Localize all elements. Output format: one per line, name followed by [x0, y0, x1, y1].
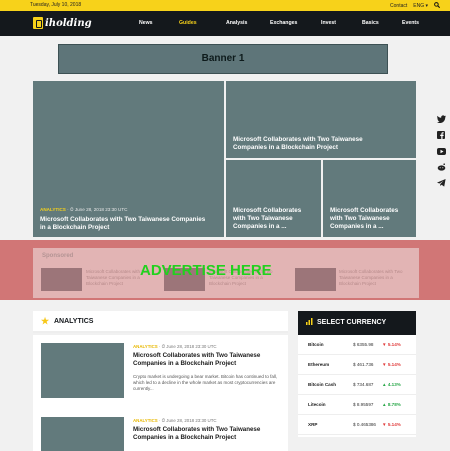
article-title[interactable]: Microsoft Collaborates with Two Taiwanes… — [133, 352, 283, 367]
article-title[interactable]: Microsoft Collaborates with Two Taiwanes… — [40, 216, 210, 232]
currency-change: ▼ 5.14% — [382, 362, 401, 367]
currency-change: ▲ 8.78% — [382, 402, 401, 407]
search-icon[interactable] — [434, 2, 441, 10]
article-thumbnail[interactable] — [41, 343, 124, 398]
article-title[interactable]: Microsoft Collaborates with Two Taiwanes… — [133, 426, 283, 441]
featured-bottom-right-article[interactable]: Microsoft Collaborates with Two Taiwanes… — [323, 160, 416, 237]
sponsored-thumbnail[interactable] — [41, 268, 82, 291]
chart-icon — [306, 318, 313, 327]
arrow-up-icon: ▲ — [382, 382, 387, 387]
currency-row[interactable]: Ethereum $ 461.736 ▼ 5.14% — [298, 355, 416, 375]
currency-row[interactable]: XRP $ 0.465386 ▼ 5.14% — [298, 415, 416, 435]
main-navbar: iholding News Guides Analysis Exchanges Inve… — [0, 11, 450, 36]
clock-icon: · ⏱ — [67, 207, 75, 212]
currency-price: $ 734.687 — [353, 382, 374, 387]
currency-change-value: 5.14% — [387, 362, 401, 367]
logo-text: iholding — [45, 17, 92, 29]
currency-change: ▲ 4.13% — [382, 382, 401, 387]
nav-item-news[interactable]: News — [139, 20, 153, 26]
facebook-icon[interactable] — [434, 128, 448, 142]
sponsored-label: Sponsored — [42, 253, 74, 259]
analytics-header: ★ ANALYTICS — [33, 311, 288, 333]
article-date: June 28, 2018 23:30 UTC — [166, 344, 217, 349]
currency-change-value: 8.78% — [387, 402, 401, 407]
currency-name: Litecoin — [308, 402, 326, 407]
currency-change: ▼ 5.14% — [382, 422, 401, 427]
reddit-icon[interactable] — [434, 160, 448, 174]
arrow-down-icon: ▼ — [382, 362, 387, 367]
site-logo[interactable]: iholding — [33, 17, 92, 29]
currency-name: XRP — [308, 422, 318, 427]
telegram-icon[interactable] — [434, 176, 448, 190]
article-date: June 28, 2018 23:30 UTC — [166, 418, 217, 423]
currency-list: Bitcoin $ 6355.98 ▼ 5.14% Ethereum $ 461.736… — [298, 335, 416, 437]
language-selector[interactable]: ENG ▾ — [413, 3, 428, 9]
currency-change-value: 5.14% — [387, 342, 401, 347]
article-meta: ANALYTICS · ⏱ June 28, 2018 23:30 UTC — [40, 206, 210, 214]
article-title[interactable]: Microsoft Collaborates with Two Taiwanes… — [233, 136, 393, 152]
article-date: June 28, 2018 23:30 UTC — [74, 207, 128, 212]
featured-top-right-article[interactable]: Microsoft Collaborates with Two Taiwanes… — [226, 81, 416, 158]
currency-change-value: 4.13% — [387, 382, 401, 387]
article-thumbnail[interactable] — [41, 417, 124, 451]
currency-change: ▼ 5.14% — [382, 342, 401, 347]
article-category[interactable]: ANALYTICS — [40, 207, 66, 212]
currency-price: $ 0.465386 — [353, 422, 376, 427]
currency-header: SELECT CURRENCY — [298, 311, 416, 335]
currency-name: Bitcoin Cash — [308, 382, 337, 387]
nav-item-invest[interactable]: Invest — [321, 20, 336, 26]
currency-row[interactable]: Bitcoin $ 6355.98 ▼ 5.14% — [298, 335, 416, 355]
article-excerpt: Crypto market is undergoing a bear marke… — [133, 374, 278, 391]
article-meta: ANALYTICS · ⏱ June 28, 2018 23:30 UTC — [133, 418, 217, 423]
currency-change-value: 5.14% — [387, 422, 401, 427]
currency-name: Bitcoin — [308, 342, 324, 347]
currency-row[interactable]: Bitcoin Cash $ 734.687 ▲ 4.13% — [298, 375, 416, 395]
logo-icon — [33, 17, 43, 29]
article-category[interactable]: ANALYTICS — [133, 418, 158, 423]
chevron-down-icon: ▾ — [425, 3, 428, 9]
advertise-here-label[interactable]: ADVERTISE HERE — [140, 262, 272, 279]
nav-item-exchanges[interactable]: Exchanges — [270, 20, 297, 26]
arrow-down-icon: ▼ — [382, 422, 387, 427]
star-icon: ★ — [41, 316, 50, 326]
article-title[interactable]: Microsoft Collaborates with Two Taiwanes… — [233, 207, 315, 231]
contact-link[interactable]: Contact — [390, 3, 407, 9]
article-title[interactable]: Microsoft Collaborates with Two Taiwanes… — [330, 207, 412, 231]
currency-price: $ 8.95597 — [353, 402, 374, 407]
youtube-icon[interactable] — [434, 144, 448, 158]
arrow-up-icon: ▲ — [382, 402, 387, 407]
sponsored-title[interactable]: Microsoft Collaborates with Two Taiwanes… — [339, 269, 407, 287]
current-date: Tuesday, July 10, 2018 — [30, 2, 82, 8]
nav-item-basics[interactable]: Basics — [362, 20, 379, 26]
article-meta: ANALYTICS · ⏱ June 28, 2018 23:30 UTC — [133, 344, 217, 349]
twitter-icon[interactable] — [434, 112, 448, 126]
nav-item-events[interactable]: Events — [402, 20, 419, 26]
article-category[interactable]: ANALYTICS — [133, 344, 158, 349]
sponsored-thumbnail[interactable] — [295, 268, 336, 291]
featured-bottom-left-article[interactable]: Microsoft Collaborates with Two Taiwanes… — [226, 160, 321, 237]
nav-item-analysis[interactable]: Analysis — [226, 20, 247, 26]
section-title: ANALYTICS — [54, 318, 94, 325]
currency-name: Ethereum — [308, 362, 330, 367]
language-label: ENG — [413, 3, 425, 9]
currency-row[interactable]: Litecoin $ 8.95597 ▲ 8.78% — [298, 395, 416, 415]
currency-price: $ 6355.98 — [353, 342, 374, 347]
banner-ad[interactable]: Banner 1 — [58, 44, 388, 74]
currency-title: SELECT CURRENCY — [317, 319, 387, 326]
arrow-down-icon: ▼ — [382, 342, 387, 347]
currency-price: $ 461.736 — [353, 362, 374, 367]
nav-item-guides[interactable]: Guides — [179, 20, 197, 26]
featured-main-article[interactable]: ANALYTICS · ⏱ June 28, 2018 23:30 UTC Mi… — [33, 81, 224, 237]
top-bar: Tuesday, July 10, 2018 Contact ENG ▾ — [0, 0, 450, 11]
